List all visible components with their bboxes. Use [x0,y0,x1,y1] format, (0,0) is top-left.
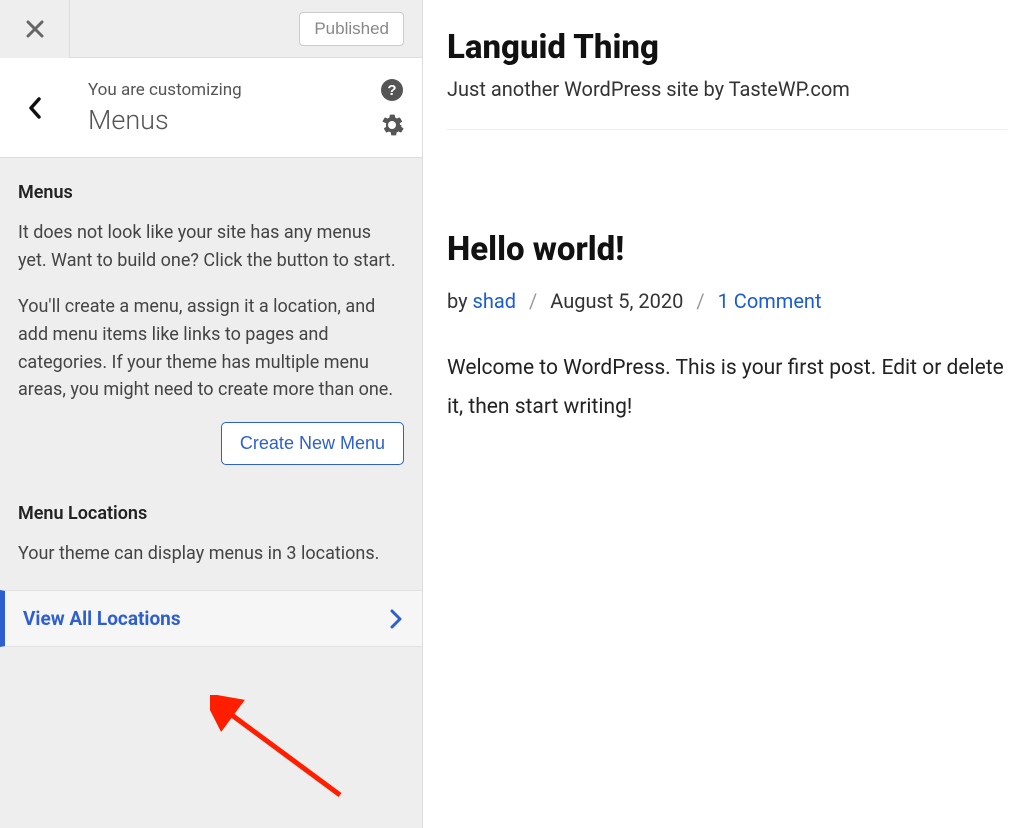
create-new-menu-button[interactable]: Create New Menu [221,422,404,465]
post-author-link[interactable]: shad [473,289,517,313]
menu-locations-subtitle: Your theme can display menus in 3 locati… [18,540,404,568]
menus-intro-2: You'll create a menu, assign it a locati… [18,293,404,405]
menu-locations-title: Menu Locations [18,503,404,524]
customizing-label: You are customizing [88,80,404,100]
section-title: Menus [88,104,404,136]
published-button[interactable]: Published [299,12,404,46]
view-all-locations-button[interactable]: View All Locations [0,590,422,647]
help-icon[interactable]: ? [380,78,404,102]
gear-icon[interactable] [380,113,404,137]
chevron-right-icon [390,609,402,629]
customizer-topbar: Published [0,0,422,58]
site-preview: Languid Thing Just another WordPress sit… [423,0,1024,828]
topbar-actions: Published [70,12,422,46]
view-all-locations-label: View All Locations [23,607,181,630]
post-title[interactable]: Hello world! [447,230,1024,269]
back-button[interactable] [0,58,70,157]
menus-panel: Menus It does not look like your site ha… [0,158,422,503]
post-date: August 5, 2020 [550,289,683,313]
post-meta: by shad / August 5, 2020 / 1 Comment [447,289,1024,313]
customizer-sidebar: Published You are customizing Menus ? Me [0,0,423,828]
site-title[interactable]: Languid Thing [447,28,1024,67]
svg-text:?: ? [387,82,396,99]
meta-separator: / [529,289,537,313]
menus-intro-1: It does not look like your site has any … [18,219,404,275]
panel-header-main: You are customizing Menus ? [70,58,422,157]
post-comments-link[interactable]: 1 Comment [718,289,822,313]
by-label: by [447,289,473,313]
panel-header: You are customizing Menus ? [0,58,422,158]
close-icon [26,20,44,38]
meta-separator: / [696,289,704,313]
menu-locations-block: Menu Locations Your theme can display me… [0,503,422,590]
close-button[interactable] [0,0,70,58]
chevron-left-icon [27,96,43,120]
post-body: Welcome to WordPress. This is your first… [447,349,1007,427]
menus-title: Menus [18,182,404,203]
site-tagline: Just another WordPress site by TasteWP.c… [447,77,1007,130]
